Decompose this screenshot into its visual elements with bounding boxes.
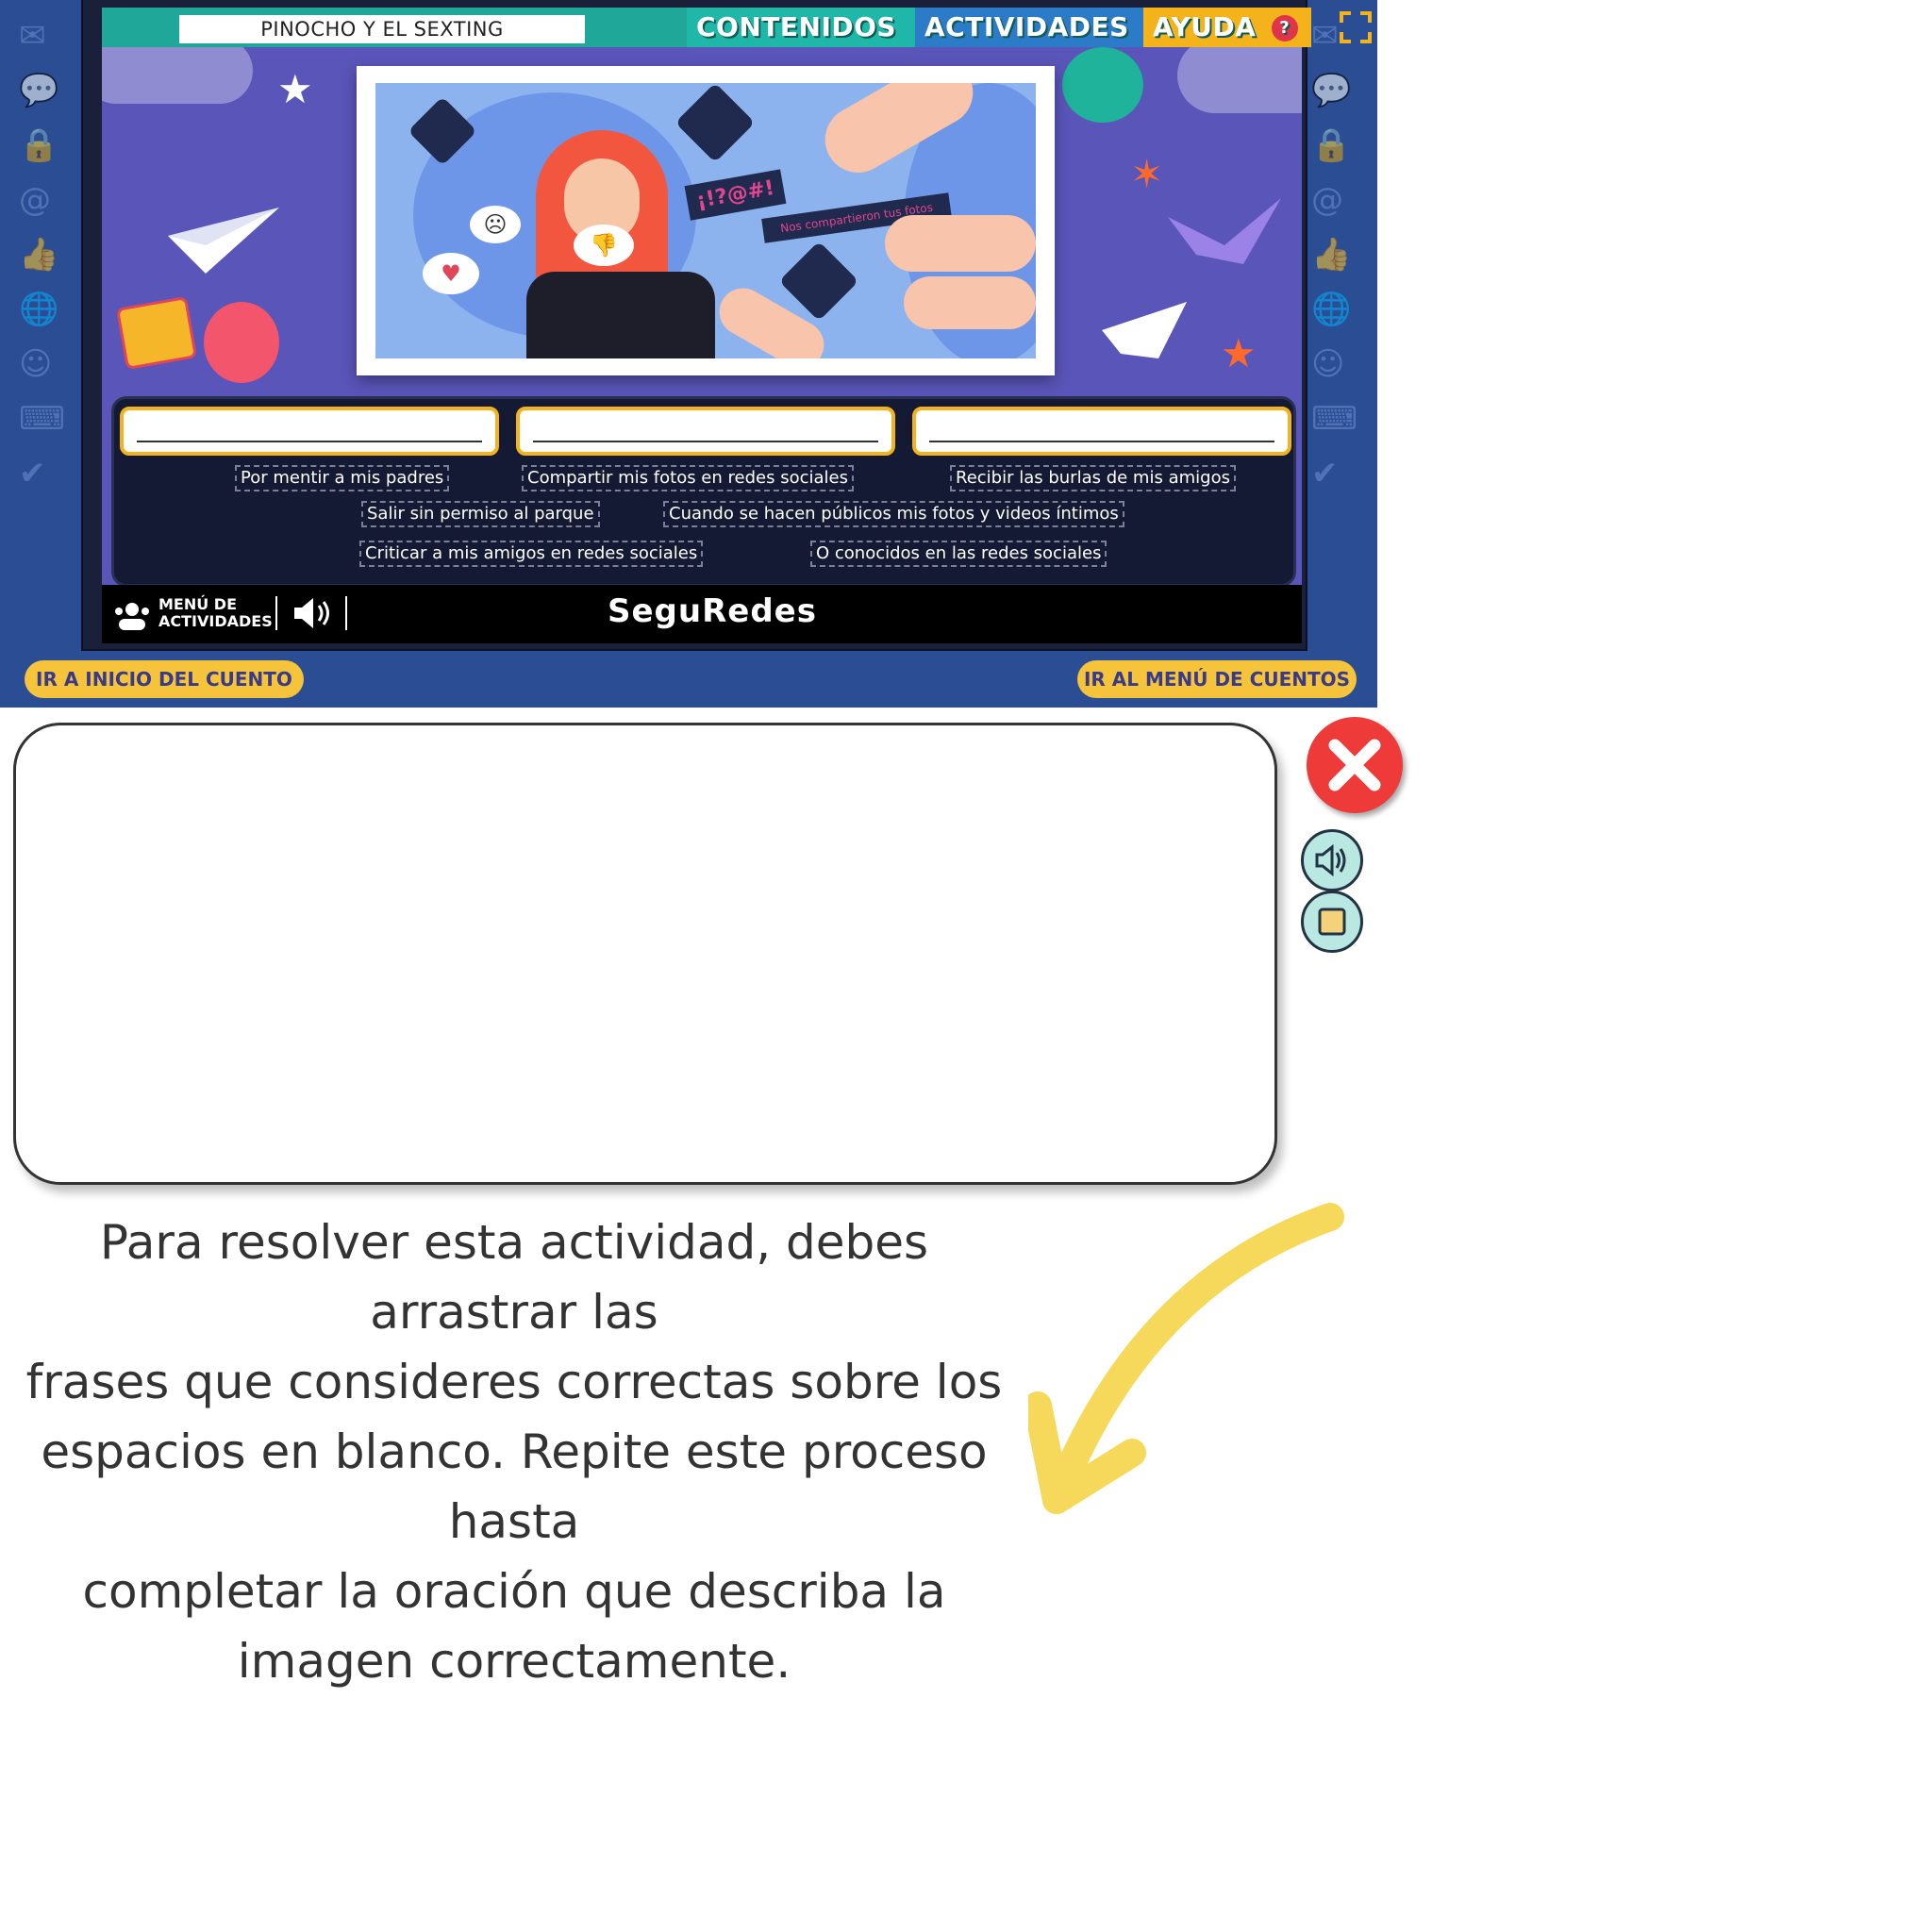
arrow-icon [1028, 1203, 1344, 1514]
nav-actividades-button[interactable]: ACTIVIDADES [915, 8, 1151, 81]
symbol-bubble: ¡!?@#! [684, 169, 787, 221]
thumbs-down-bubble: 👎 [574, 225, 634, 266]
bottom-bar: MENÚ DE ACTIVIDADES SeguRedes [102, 585, 1302, 643]
scene-image: ☹ ♥ 👎 ¡!?@#! Nos compartieron tus fotos [375, 83, 1036, 358]
instruction-line: completar la oración que describa la [82, 1564, 946, 1619]
nav-actividades-label: ACTIVIDADES [924, 11, 1129, 42]
play-area: ★ ✶ ★ ☹ ♥ 👎 ¡!?@#! Nos compartieron tus … [102, 47, 1302, 585]
speaker-icon [1315, 843, 1346, 877]
drop-slot-2[interactable] [516, 407, 895, 456]
activity-stage: PINOCHO Y EL SEXTING CONTENIDOS ACTIVIDA… [83, 0, 1311, 649]
origami-crane-icon [1168, 198, 1281, 264]
phrase-chip[interactable]: Recibir las burlas de mis amigos [950, 465, 1236, 491]
left-doodle-border: ✉ 💬 🔒 @ 👍 🌐 ☺ ⌨ ✔ [19, 17, 66, 492]
phrase-chip[interactable]: Criticar a mis amigos en redes sociales [359, 541, 704, 567]
instruction-line: espacios en blanco. Repite este proceso … [41, 1424, 988, 1549]
paper-boat-icon [1102, 302, 1187, 358]
question-icon: ? [1271, 15, 1298, 42]
star-decoration: ✶ [1130, 151, 1164, 197]
instruction-text: Para resolver esta actividad, debes arra… [0, 1208, 1028, 1696]
stop-button[interactable] [1301, 891, 1363, 953]
instruction-card [13, 723, 1277, 1185]
story-title: PINOCHO Y EL SEXTING [179, 15, 585, 43]
girl-body [526, 272, 715, 358]
brand-logo: SeguRedes [608, 592, 817, 630]
instruction-line: imagen correctamente. [237, 1634, 791, 1689]
teal-balloon [1062, 47, 1143, 123]
paper-plane-icon [168, 208, 279, 274]
cloud-decoration [102, 47, 253, 104]
slot-line [137, 441, 482, 442]
drop-slot-1[interactable] [120, 407, 499, 456]
cloud-decoration [1177, 47, 1302, 113]
nav-ayuda-label: AYUDA [1153, 11, 1257, 42]
nav-contenidos-button[interactable]: CONTENIDOS [687, 8, 923, 84]
phrase-chip[interactable]: Salir sin permiso al parque [361, 501, 600, 527]
laughing-emoji-bubble [675, 83, 756, 163]
star-decoration: ★ [277, 66, 313, 112]
pink-balloon [204, 302, 279, 383]
close-button[interactable] [1307, 717, 1403, 813]
phrase-chip[interactable]: O conocidos en las redes sociales [810, 541, 1108, 567]
phrase-chip[interactable]: Cuando se hacen públicos mis fotos y vid… [663, 501, 1124, 527]
stop-icon [1318, 908, 1346, 936]
audio-button[interactable] [1301, 829, 1363, 891]
story-start-button[interactable]: IR A INICIO DEL CUENTO [25, 660, 304, 698]
scene-image-frame: ☹ ♥ 👎 ¡!?@#! Nos compartieron tus fotos [357, 66, 1055, 375]
activity-app: ✉ 💬 🔒 @ 👍 🌐 ☺ ⌨ ✔ ✉ 💬 🔒 @ 👍 🌐 ☺ ⌨ ✔ PINOCHO Y EL SEXTING… [0, 0, 1377, 708]
menu-label-line1: MENÚ DE [158, 595, 238, 613]
sad-emoji-bubble: ☹ [470, 206, 521, 243]
activities-menu-button[interactable]: MENÚ DE ACTIVIDADES [158, 596, 281, 630]
group-icon[interactable] [111, 598, 153, 632]
star-decoration: ★ [1221, 330, 1257, 376]
pointing-hand [904, 276, 1036, 329]
drop-slot-3[interactable] [912, 407, 1291, 456]
phrase-chip[interactable]: Compartir mis fotos en redes sociales [522, 465, 854, 491]
pointing-hand [885, 215, 1036, 272]
close-icon [1328, 739, 1381, 791]
slot-line [533, 441, 878, 442]
divider [275, 596, 277, 630]
crying-laugh-emoji-bubble [778, 241, 859, 322]
abc-block-icon [115, 295, 198, 371]
nav-ayuda-button[interactable]: AYUDA ? [1143, 8, 1311, 47]
instruction-line: frases que consideres correctas sobre lo… [25, 1355, 1003, 1409]
header-bar: PINOCHO Y EL SEXTING CONTENIDOS ACTIVIDA… [102, 8, 1311, 84]
phrase-chip[interactable]: Por mentir a mis padres [235, 465, 450, 491]
stories-menu-button[interactable]: IR AL MENÚ DE CUENTOS [1077, 660, 1357, 698]
slot-line [929, 441, 1274, 442]
answer-panel: Por mentir a mis padres Compartir mis fo… [111, 396, 1296, 585]
menu-label-line2: ACTIVIDADES [158, 612, 273, 630]
fullscreen-icon[interactable] [1340, 11, 1372, 43]
instruction-line: Para resolver esta actividad, debes arra… [99, 1215, 929, 1340]
nav-contenidos-label: CONTENIDOS [696, 11, 897, 42]
heart-bubble: ♥ [423, 253, 479, 294]
speaker-icon[interactable] [291, 596, 334, 630]
divider [345, 596, 347, 630]
